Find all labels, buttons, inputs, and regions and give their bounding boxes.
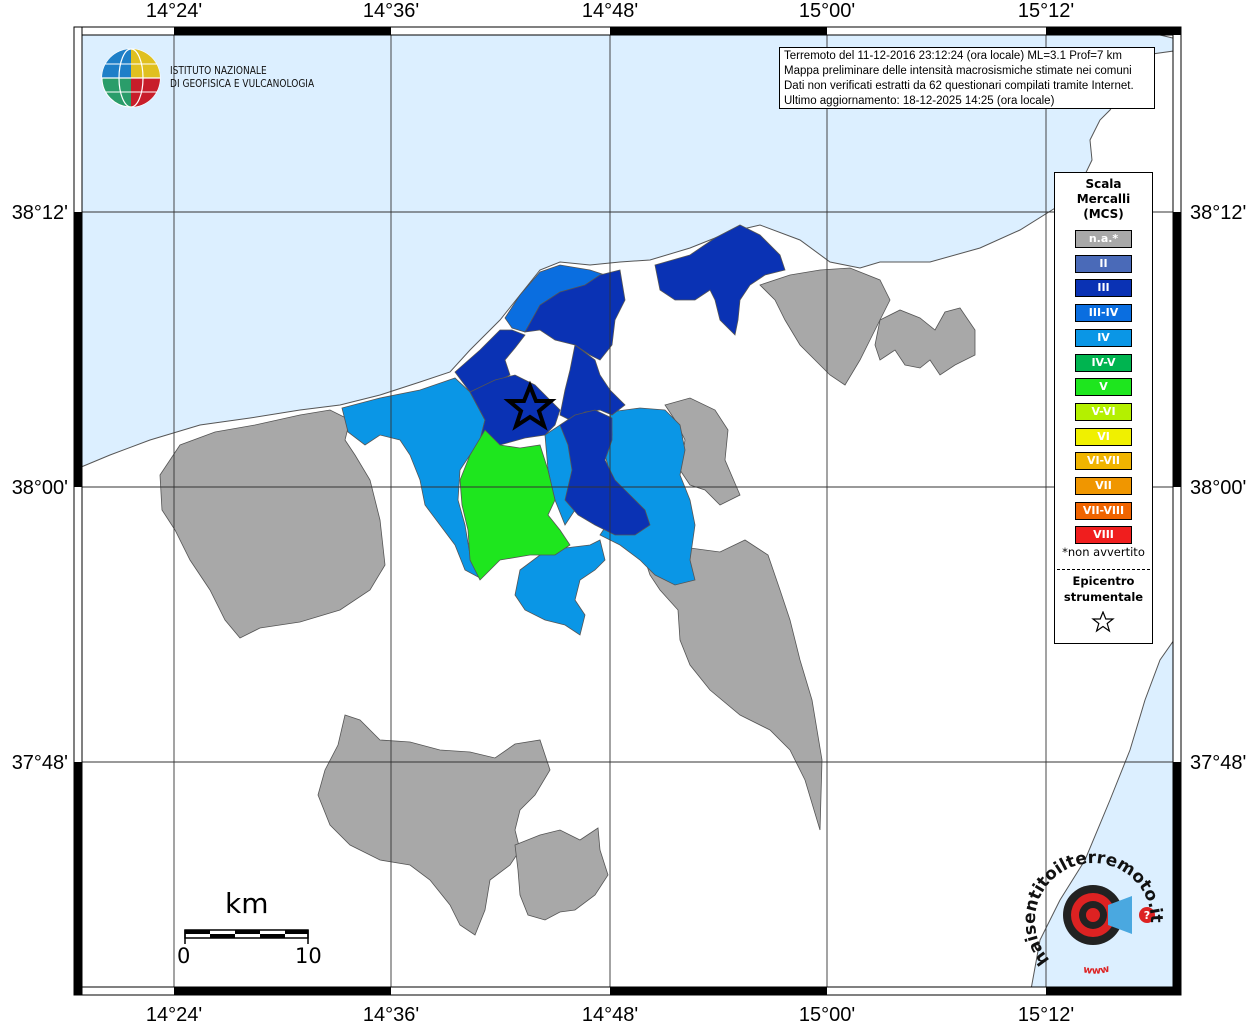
mcs-legend: Scala Mercalli (MCS) n.a.* II III III-IV IV I… (1054, 172, 1153, 644)
axis-right: 38°12' 38°00' 37°48' (1190, 202, 1246, 774)
event-info-box: Terremoto del 11-12-2016 23:12:24 (ora l… (779, 47, 1155, 109)
legend-item: n.a.* (1075, 230, 1132, 248)
legend-epicentre-line: strumentale (1063, 590, 1144, 604)
epicentre-star-icon (1091, 611, 1115, 633)
legend-item: VIII (1075, 526, 1132, 545)
tick-label: 38°00' (1190, 477, 1246, 499)
legend-note: *non avvertito (1062, 545, 1145, 559)
tick-label: 14°36' (363, 0, 419, 22)
legend-item: III-IV (1075, 304, 1132, 323)
legend-item: VI (1075, 427, 1132, 446)
tick-label: 14°36' (363, 1004, 419, 1024)
axis-bottom: 14°24' 14°36' 14°48' 15°00' 15°12' (146, 1004, 1074, 1024)
tick-label: 37°48' (12, 752, 68, 774)
tick-label: 37°48' (1190, 752, 1246, 774)
legend-item: VI-VII (1075, 452, 1132, 471)
legend-item: V (1075, 378, 1132, 397)
tick-label: 38°12' (1190, 202, 1246, 224)
legend-title-line: (MCS) (1083, 207, 1124, 221)
tick-label: 38°00' (12, 477, 68, 499)
legend-item: VII (1075, 477, 1132, 495)
institute-name: ISTITUTO NAZIONALE DI GEOFISICA E VULCAN… (170, 64, 314, 90)
institute-name-line1: ISTITUTO NAZIONALE (170, 64, 267, 77)
tick-label: 38°12' (12, 202, 68, 224)
axis-left: 38°12' 38°00' 37°48' (12, 202, 68, 774)
legend-epicentre-label: Epicentro strumentale (1055, 573, 1152, 605)
legend-divider (1057, 569, 1150, 570)
tick-label: 15°12' (1018, 1004, 1074, 1024)
legend-item: IV (1075, 328, 1132, 347)
event-info-line: Terremoto del 11-12-2016 23:12:24 (ora l… (784, 50, 1122, 62)
legend-title-line: Scala (1085, 177, 1122, 191)
tick-label: 15°12' (1018, 0, 1074, 22)
legend-title: Scala Mercalli (MCS) (1055, 177, 1152, 222)
scale-end: 10 (295, 944, 322, 968)
scale-unit: km (225, 887, 269, 920)
tick-label: 15°00' (799, 0, 855, 22)
tick-label: 14°48' (582, 0, 638, 22)
tick-label: 14°48' (582, 1004, 638, 1024)
scale-start: 0 (177, 944, 191, 968)
legend-epicentre-line: Epicentro (1072, 574, 1135, 588)
legend-item: IV-V (1075, 353, 1132, 372)
institute-name-line2: DI GEOFISICA E VULCANOLOGIA (170, 77, 315, 90)
event-info-line: Ultimo aggiornamento: 18-12-2025 14:25 (… (784, 95, 1055, 107)
legend-item: V-VI (1075, 402, 1132, 421)
tick-label: 15°00' (799, 1004, 855, 1024)
event-info-line: Dati non verificati estratti da 62 quest… (784, 80, 1134, 92)
tick-label: 14°24' (146, 0, 202, 22)
legend-item: III (1075, 279, 1132, 298)
tick-label: 14°24' (146, 1004, 202, 1024)
legend-title-line: Mercalli (1076, 192, 1131, 206)
legend-item: VII-VIII (1075, 501, 1132, 520)
legend-item: II (1075, 254, 1132, 273)
axis-top: 14°24' 14°36' 14°48' 15°00' 15°12' (146, 0, 1074, 22)
ingv-logo (101, 48, 161, 108)
event-info-line: Mappa preliminare delle intensità macros… (784, 65, 1132, 77)
